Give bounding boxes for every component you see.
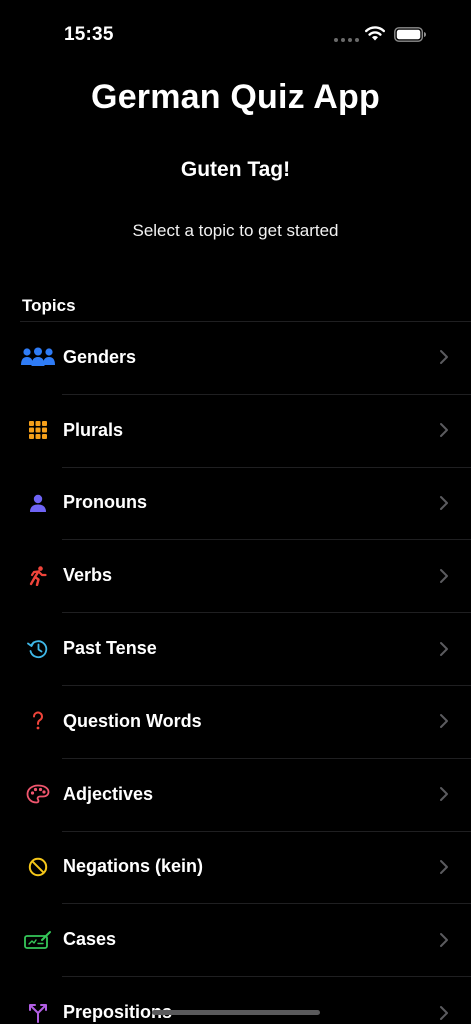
running-figure-icon bbox=[20, 558, 56, 594]
grid-icon bbox=[20, 412, 56, 448]
topic-label: Question Words bbox=[63, 710, 202, 731]
prohibited-icon bbox=[20, 849, 56, 885]
topic-label: Past Tense bbox=[63, 638, 157, 659]
chevron-right-icon bbox=[440, 1005, 448, 1020]
topic-row-genders[interactable]: Genders bbox=[0, 321, 471, 394]
signature-icon bbox=[20, 922, 56, 958]
topic-label: Adjectives bbox=[63, 783, 154, 804]
topic-row-question-words[interactable]: Question Words bbox=[0, 684, 471, 758]
chevron-right-icon bbox=[440, 495, 448, 510]
topic-row-cases[interactable]: Cases bbox=[0, 903, 471, 976]
topic-label: Cases bbox=[63, 929, 117, 950]
page-title: German Quiz App bbox=[91, 78, 380, 116]
battery-icon bbox=[394, 27, 426, 42]
status-bar: 15:35 bbox=[0, 0, 471, 70]
subtitle-text: Select a topic to get started bbox=[132, 221, 339, 240]
people-icon bbox=[20, 339, 56, 375]
chevron-right-icon bbox=[440, 932, 448, 947]
chevron-right-icon bbox=[440, 423, 448, 438]
topic-label: Plurals bbox=[63, 419, 124, 440]
topic-row-plurals[interactable]: Plurals bbox=[0, 393, 471, 467]
topic-label: Pronouns bbox=[63, 492, 147, 513]
history-clock-icon bbox=[20, 631, 56, 667]
question-mark-icon bbox=[20, 703, 56, 739]
topic-label: Genders bbox=[63, 346, 137, 367]
greeting-text: Guten Tag! bbox=[180, 158, 291, 181]
topic-row-prepositions[interactable]: Prepositions bbox=[0, 976, 471, 1024]
topic-row-adjectives[interactable]: Adjectives bbox=[0, 757, 471, 831]
topic-row-verbs[interactable]: Verbs bbox=[0, 539, 471, 612]
arrows-split-icon bbox=[20, 995, 56, 1024]
chevron-right-icon bbox=[440, 350, 448, 365]
topic-label: Negations (kein) bbox=[63, 856, 204, 877]
home-indicator[interactable] bbox=[152, 1010, 320, 1015]
person-icon bbox=[20, 485, 56, 521]
topic-list: Genders Plurals Pronouns Verbs Past Tens… bbox=[0, 321, 471, 1024]
chevron-right-icon bbox=[440, 859, 448, 874]
topic-row-negations[interactable]: Negations (kein) bbox=[0, 830, 471, 904]
chevron-right-icon bbox=[440, 568, 448, 583]
topic-label: Verbs bbox=[63, 565, 113, 586]
cellular-signal-icon bbox=[334, 38, 359, 42]
paint-palette-icon bbox=[20, 776, 56, 812]
chevron-right-icon bbox=[440, 787, 448, 802]
topics-section-header: Topics bbox=[22, 296, 76, 315]
app-screen: 15:35 German Quiz App Guten Tag! Select … bbox=[0, 0, 471, 1024]
chevron-right-icon bbox=[440, 641, 448, 656]
topic-row-past-tense[interactable]: Past Tense bbox=[0, 612, 471, 685]
status-time: 15:35 bbox=[64, 24, 114, 45]
chevron-right-icon bbox=[440, 714, 448, 729]
topic-row-pronouns[interactable]: Pronouns bbox=[0, 466, 471, 540]
wifi-icon bbox=[365, 26, 385, 41]
